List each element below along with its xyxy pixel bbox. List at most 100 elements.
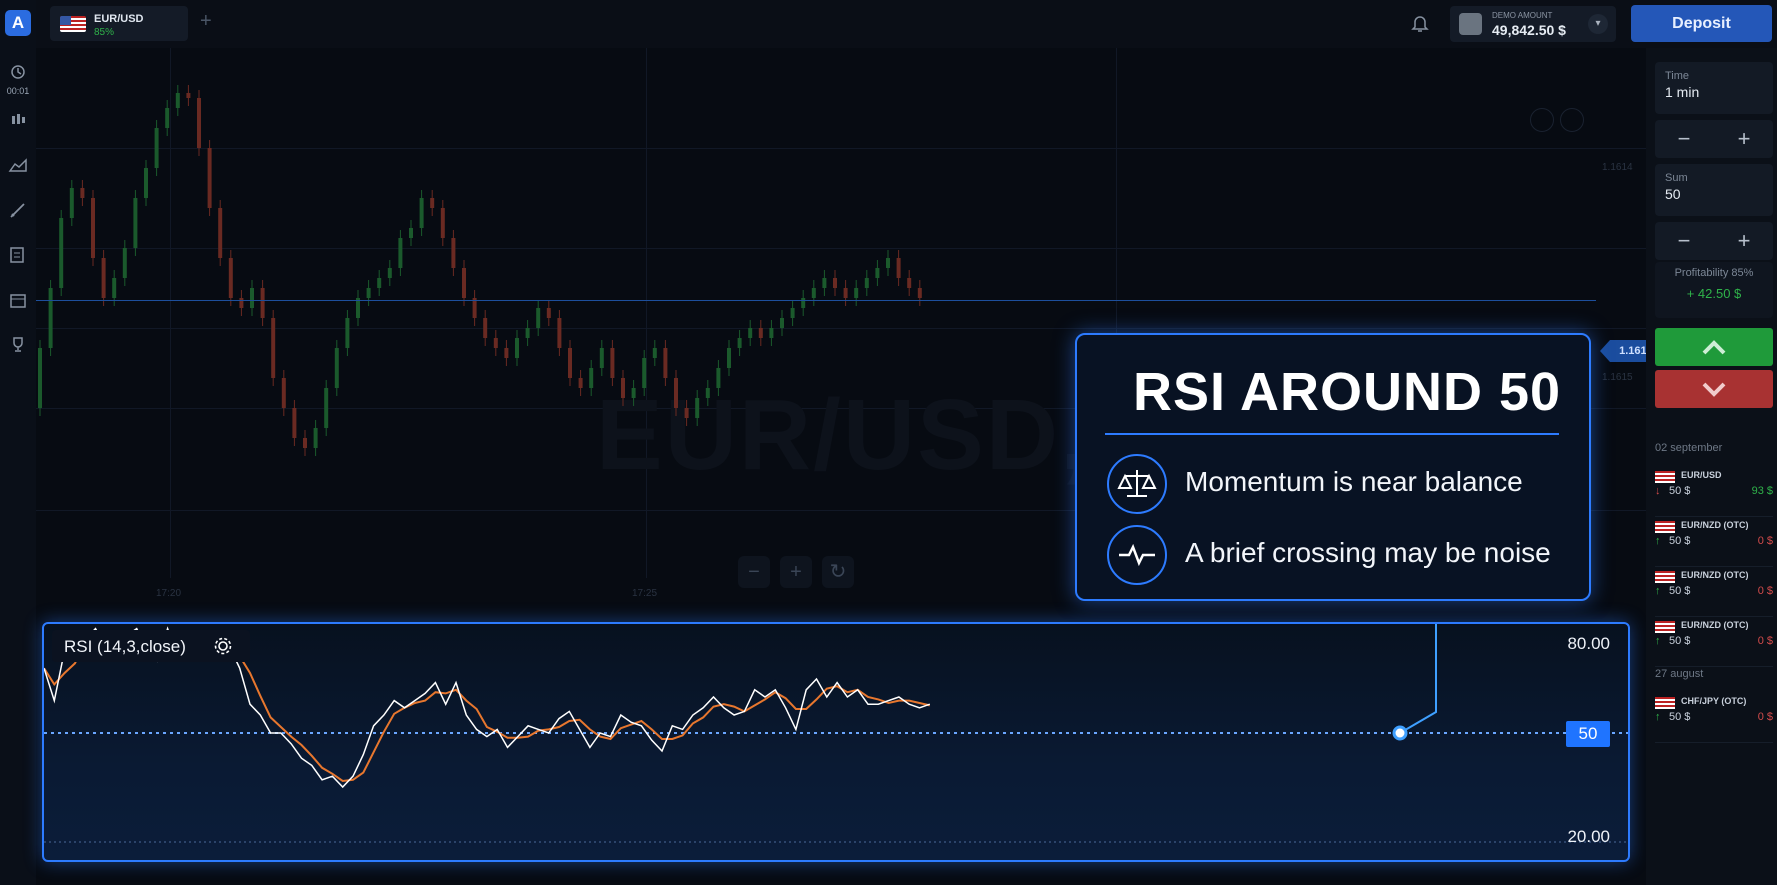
- chevron-down-icon: [1702, 382, 1726, 397]
- profitability-label: Profitability 85%: [1674, 267, 1754, 279]
- candles-icon[interactable]: [8, 110, 28, 130]
- history-result: 0 $: [1757, 635, 1773, 647]
- bell-icon[interactable]: [1409, 12, 1431, 34]
- account-selector[interactable]: DEMO AMOUNT 49,842.50 $ ▾: [1450, 6, 1616, 42]
- time-value: 1 min: [1665, 84, 1700, 100]
- account-label: DEMO AMOUNT: [1492, 11, 1553, 20]
- trade-panel: Time 1 min − + Sum 50 − + Profitability …: [1646, 48, 1777, 885]
- arrow-up-icon: ↑: [1655, 635, 1661, 647]
- timer-readout: 00:01: [6, 86, 30, 96]
- time-label: Time: [1665, 70, 1690, 82]
- time-axis-label: 17:25: [632, 588, 658, 599]
- pulse-icon: [1107, 525, 1167, 585]
- flag-icon: [1655, 571, 1675, 583]
- asset-payout: 85%: [94, 27, 115, 38]
- sum-value: 50: [1665, 186, 1681, 202]
- top-header: EUR/USD 85% + DEMO AMOUNT 49,842.50 $ ▾: [36, 0, 1777, 48]
- flag-icon: [1655, 621, 1675, 633]
- history-item[interactable]: EUR/NZD (OTC) 50 $ 0 $ ↑: [1655, 568, 1773, 612]
- sum-stepper: − +: [1655, 222, 1773, 260]
- area-chart-icon[interactable]: [8, 155, 28, 175]
- deposit-button[interactable]: Deposit: [1631, 5, 1772, 42]
- payout-value: + 42.50 $: [1686, 286, 1742, 301]
- rsi-indicator-label[interactable]: RSI (14,3,close): [52, 630, 250, 662]
- callout-item: Momentum is near balance: [1185, 466, 1523, 497]
- sum-decrease-button[interactable]: −: [1659, 228, 1709, 254]
- flag-icon: [1655, 697, 1675, 709]
- trophy-icon[interactable]: [8, 334, 28, 354]
- history-divider: [1655, 666, 1773, 667]
- chevron-up-icon: [1702, 340, 1726, 355]
- callout-item: A brief crossing may be noise: [1185, 537, 1551, 568]
- history-item[interactable]: EUR/NZD (OTC) 50 $ 0 $ ↑: [1655, 618, 1773, 662]
- indicators-icon[interactable]: [8, 245, 28, 265]
- history-amount: 50 $: [1669, 635, 1691, 647]
- arrow-up-icon: ↑: [1655, 585, 1661, 597]
- arrow-down-icon: ↓: [1655, 485, 1661, 497]
- history-amount: 50 $: [1669, 711, 1691, 723]
- history-divider: [1655, 516, 1773, 517]
- sell-down-button[interactable]: [1655, 370, 1773, 408]
- chevron-down-icon[interactable]: ▾: [1588, 14, 1608, 34]
- history-item[interactable]: EUR/USD 50 $ 93 $ ↓: [1655, 468, 1773, 512]
- rsi-level-50-badge: 50: [1566, 721, 1610, 747]
- left-toolbar: A 00:01: [0, 0, 36, 885]
- time-decrease-button[interactable]: −: [1659, 126, 1709, 152]
- clock-icon[interactable]: [8, 62, 28, 82]
- history-result: 93 $: [1751, 485, 1773, 497]
- us-flag-icon: [60, 16, 86, 32]
- app-logo[interactable]: A: [5, 10, 31, 36]
- history-amount: 50 $: [1669, 485, 1691, 497]
- history-item[interactable]: CHF/JPY (OTC) 50 $ 0 $ ↑: [1655, 694, 1773, 738]
- add-tab-button[interactable]: +: [200, 10, 212, 33]
- current-price-line: [36, 300, 1596, 301]
- rsi-level-20: 20.00: [1567, 827, 1610, 846]
- history-asset: EUR/NZD (OTC): [1681, 520, 1749, 530]
- rsi-level-80: 80.00: [1567, 634, 1610, 653]
- drawing-icon[interactable]: [8, 200, 28, 220]
- rsi-panel: RSI (14,3,close) 80.00 50 20.00: [42, 622, 1630, 862]
- price-axis-label: 1.1614: [1602, 162, 1633, 173]
- time-increase-button[interactable]: +: [1719, 126, 1769, 152]
- history-result: 0 $: [1757, 535, 1773, 547]
- history-result: 0 $: [1757, 711, 1773, 723]
- price-axis-label: 1.1615: [1602, 372, 1633, 383]
- flag-icon: [1655, 471, 1675, 483]
- annotation-callout: RSI AROUND 50 Momentum is near balance A…: [1075, 333, 1591, 601]
- buy-up-button[interactable]: [1655, 328, 1773, 366]
- flag-icon: [1655, 521, 1675, 533]
- sum-field[interactable]: Sum 50: [1655, 164, 1773, 216]
- calendar-icon[interactable]: [8, 290, 28, 310]
- avatar: [1459, 13, 1482, 35]
- account-balance: 49,842.50 $: [1492, 22, 1566, 38]
- zoom-in-button[interactable]: +: [780, 556, 812, 588]
- history-date: 02 september: [1655, 442, 1723, 454]
- rsi-label-text: RSI (14,3,close): [64, 637, 186, 656]
- time-field[interactable]: Time 1 min: [1655, 62, 1773, 114]
- callout-connector: [1399, 624, 1437, 734]
- zoom-out-button[interactable]: −: [738, 556, 770, 588]
- history-item[interactable]: EUR/NZD (OTC) 50 $ 0 $ ↑: [1655, 518, 1773, 562]
- gear-icon[interactable]: [212, 635, 234, 657]
- history-date: 27 august: [1655, 668, 1704, 680]
- reset-zoom-button[interactable]: ↻: [822, 556, 854, 588]
- history-asset: EUR/NZD (OTC): [1681, 620, 1749, 630]
- history-divider: [1655, 616, 1773, 617]
- history-result: 0 $: [1757, 585, 1773, 597]
- history-asset: EUR/NZD (OTC): [1681, 570, 1749, 580]
- asset-tab[interactable]: EUR/USD 85%: [50, 6, 188, 41]
- callout-title: RSI AROUND 50: [1133, 362, 1562, 422]
- callout-divider: [1105, 433, 1559, 435]
- time-stepper: − +: [1655, 120, 1773, 158]
- asset-name: EUR/USD: [94, 13, 144, 25]
- sum-label: Sum: [1665, 172, 1688, 184]
- history-asset: CHF/JPY (OTC): [1681, 696, 1747, 706]
- sum-increase-button[interactable]: +: [1719, 228, 1769, 254]
- time-axis-label: 17:20: [156, 588, 182, 599]
- arrow-up-icon: ↑: [1655, 711, 1661, 723]
- history-asset: EUR/USD: [1681, 470, 1722, 480]
- history-divider: [1655, 566, 1773, 567]
- balance-scale-icon: [1107, 454, 1167, 514]
- arrow-up-icon: ↑: [1655, 535, 1661, 547]
- history-amount: 50 $: [1669, 585, 1691, 597]
